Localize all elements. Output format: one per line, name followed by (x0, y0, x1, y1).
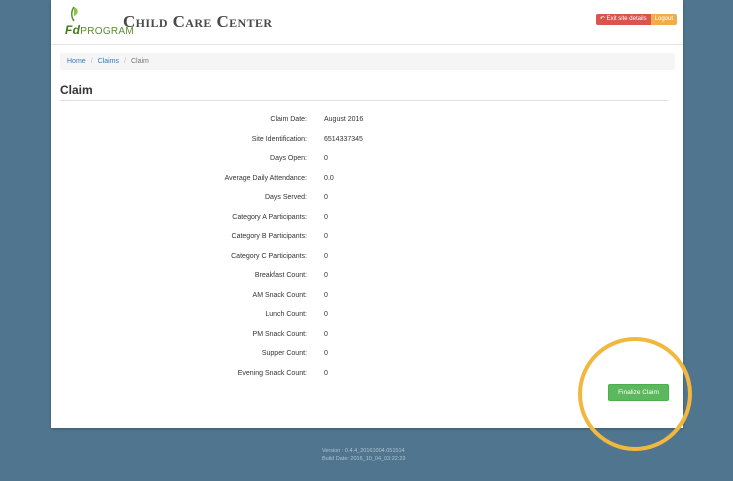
logout-button[interactable]: Logout (650, 14, 677, 25)
claim-row-value: 0 (324, 233, 328, 240)
claim-row-value: 0 (324, 350, 328, 357)
footer: Version : 0.4.4_20161004.051514 Build Da… (322, 447, 406, 463)
claim-row-value: August 2016 (324, 116, 364, 123)
claim-row-value: 0 (324, 291, 328, 299)
site-brand-title: Child Care Center (123, 12, 273, 31)
exit-site-details-button[interactable]: ↶ Exit site details (595, 14, 651, 25)
claim-row-value: 6514337345 (324, 135, 363, 143)
build-date-text: Build Date: 2016_10_04_03:22:23 (322, 456, 406, 462)
claim-row-average-daily-attendance: Average Daily Attendance: 0.0 (51, 173, 683, 193)
claim-row-label: Claim Date: (270, 116, 307, 123)
claim-row-value: 0 (324, 311, 328, 318)
claim-row-category-b: Category B Participants: 0 (51, 231, 683, 251)
claim-row-value: 0 (324, 213, 328, 221)
version-text: Version : 0.4.4_20161004.051514 (322, 448, 405, 454)
claim-row-days-open: Days Open: 0 (51, 153, 683, 173)
breadcrumb-claim: Claim (130, 58, 149, 65)
claim-row-value: 0 (324, 252, 328, 260)
claim-row-label: Days Open: (270, 155, 307, 162)
claim-row-value: 0 (324, 194, 328, 201)
claim-row-category-c: Category C Participants: 0 (51, 251, 683, 271)
claim-row-label: Category A Participants: (232, 213, 307, 221)
claim-row-value: 0 (324, 272, 328, 279)
breadcrumb-claims[interactable]: Claims (98, 58, 119, 65)
undo-arrow-icon: ↶ (599, 16, 605, 22)
exit-site-details-label: Exit site details (606, 16, 647, 22)
claim-details: Claim Date: August 2016 Site Identificat… (51, 114, 683, 387)
breadcrumb: Home / Claims / Claim (60, 53, 675, 70)
highlight-circle (578, 337, 692, 451)
page-title: Claim (60, 83, 93, 97)
claim-row-days-served: Days Served: 0 (51, 192, 683, 212)
food-program-logo[interactable]: FdPROGRAM (57, 5, 134, 37)
title-divider (60, 100, 668, 101)
breadcrumb-separator: / (124, 58, 126, 65)
claim-row-label: Average Daily Attendance: (224, 174, 307, 182)
claim-row-value: 0 (324, 369, 328, 377)
claim-row-claim-date: Claim Date: August 2016 (51, 114, 683, 134)
header: FdPROGRAM Child Care Center ↶ Exit site … (51, 0, 683, 45)
header-buttons: ↶ Exit site details Logout (595, 14, 677, 25)
claim-row-label: Category C Participants: (231, 252, 307, 260)
claim-row-label: Lunch Count: (265, 311, 307, 318)
claim-row-label: Evening Snack Count: (237, 369, 307, 377)
breadcrumb-separator: / (90, 58, 93, 65)
claim-row-value: 0 (324, 330, 328, 338)
claim-row-label: AM Snack Count: (252, 291, 307, 299)
claim-row-label: Site Identification: (251, 135, 307, 143)
claim-row-label: Supper Count: (261, 350, 307, 357)
claim-row-pm-snack-count: PM Snack Count: 0 (51, 329, 683, 349)
claim-row-am-snack-count: AM Snack Count: 0 (51, 290, 683, 310)
claim-row-value: 0.0 (324, 174, 334, 182)
claim-row-breakfast-count: Breakfast Count: 0 (51, 270, 683, 290)
breadcrumb-home[interactable]: Home (67, 58, 86, 65)
claim-row-category-a: Category A Participants: 0 (51, 212, 683, 232)
claim-row-lunch-count: Lunch Count: 0 (51, 309, 683, 329)
claim-row-value: 0 (324, 155, 328, 162)
claim-row-label: Category B Participants: (231, 233, 307, 240)
claim-row-label: Breakfast Count: (254, 272, 307, 279)
claim-row-label: Days Served: (264, 194, 307, 201)
logo-text-prefix: Fd (65, 23, 81, 37)
claim-row-site-identification: Site Identification: 6514337345 (51, 134, 683, 154)
claim-row-label: PM Snack Count: (252, 330, 307, 338)
